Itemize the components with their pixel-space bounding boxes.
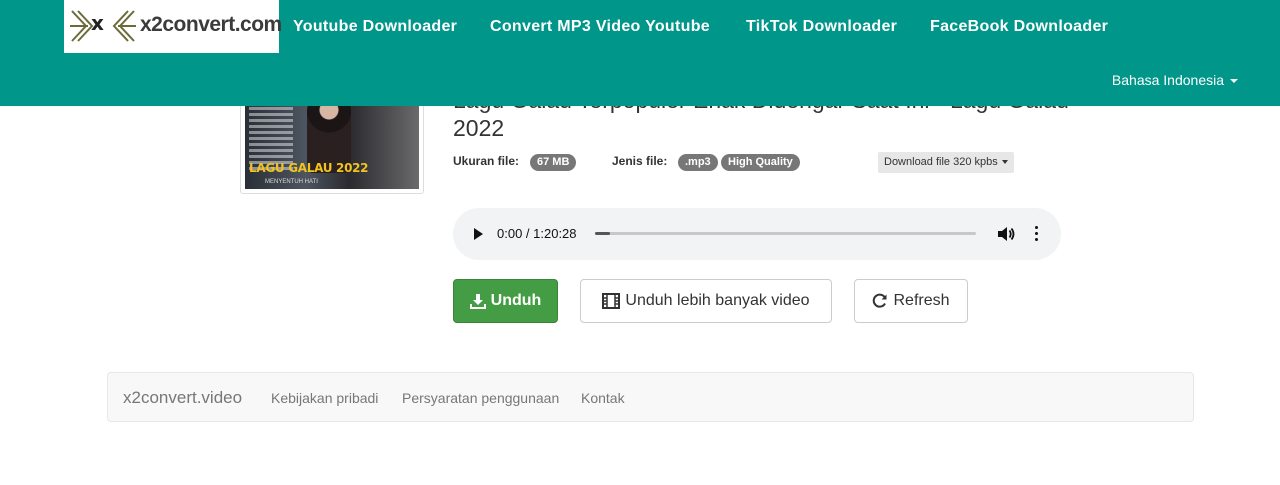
download-button-label: Unduh <box>490 292 542 309</box>
footer-link-privacy[interactable]: Kebijakan pribadi <box>271 390 378 406</box>
refresh-button-label: Refresh <box>893 292 950 309</box>
footer-link-contact[interactable]: Kontak <box>581 390 625 406</box>
more-options-icon[interactable] <box>1033 225 1039 243</box>
logo-mark-letter: x <box>91 11 104 35</box>
download-button[interactable]: Unduh <box>453 279 558 323</box>
refresh-icon <box>873 293 887 308</box>
quality-select-label: Download file 320 kpbs <box>884 156 998 168</box>
footer-link-terms[interactable]: Persyaratan penggunaan <box>402 390 559 406</box>
file-size-label: Ukuran file: <box>453 154 520 168</box>
top-navbar: x x2convert.com Youtube Downloader Conve… <box>0 0 1280 106</box>
thumbnail-title: LAGU GALAU 2022 <box>249 161 369 175</box>
file-type-badge: .mp3 <box>678 154 718 171</box>
nav-convert-mp3[interactable]: Convert MP3 Video Youtube <box>490 18 710 36</box>
seek-bar[interactable] <box>595 232 976 235</box>
footer-brand[interactable]: x2convert.video <box>123 388 242 408</box>
download-more-videos-label: Unduh lebih banyak video <box>625 292 810 309</box>
playback-time: 0:00 / 1:20:28 <box>497 226 577 241</box>
nav-tiktok-downloader[interactable]: TikTok Downloader <box>746 18 897 36</box>
nav-youtube-downloader[interactable]: Youtube Downloader <box>293 18 457 36</box>
file-type-label: Jenis file: <box>612 154 668 168</box>
chevron-down-icon <box>1001 160 1008 165</box>
language-label: Bahasa Indonesia <box>1111 72 1224 88</box>
quality-badge: High Quality <box>721 154 800 171</box>
chevron-down-icon <box>1230 79 1238 84</box>
thumbnail-subtitle: MENYENTUH HATI <box>265 179 318 185</box>
seek-bar-progress <box>595 232 611 235</box>
language-dropdown[interactable]: Bahasa Indonesia <box>1112 72 1238 88</box>
file-size-badge: 67 MB <box>530 154 577 171</box>
volume-icon[interactable] <box>996 224 1016 244</box>
site-logo[interactable]: x x2convert.com <box>64 0 282 53</box>
nav-facebook-downloader[interactable]: FaceBook Downloader <box>930 18 1108 36</box>
film-icon <box>602 293 621 309</box>
download-more-videos-button[interactable]: Unduh lebih banyak video <box>580 279 832 323</box>
quality-select[interactable]: Download file 320 kpbs <box>878 152 1014 173</box>
download-icon <box>469 294 486 309</box>
audio-player: 0:00 / 1:20:28 <box>453 208 1061 260</box>
footer-bar: x2convert.video Kebijakan pribadi Persya… <box>107 372 1194 422</box>
logo-text: x2convert.com <box>140 13 282 36</box>
refresh-button[interactable]: Refresh <box>854 279 968 323</box>
play-icon[interactable] <box>474 228 483 240</box>
